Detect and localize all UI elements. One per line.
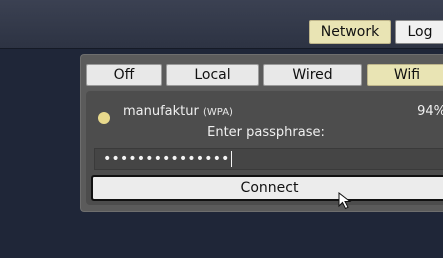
- mouse-pointer-icon: [338, 192, 352, 210]
- network-name: manufaktur (WPA): [123, 104, 233, 119]
- text-caret: [231, 151, 233, 167]
- network-ssid: manufaktur: [123, 104, 199, 119]
- mode-wired-button[interactable]: Wired: [263, 64, 362, 86]
- tab-network[interactable]: Network: [309, 20, 391, 44]
- passphrase-value: •••••••••••••••: [103, 151, 230, 167]
- network-status-icon: [98, 112, 110, 124]
- network-security: (WPA): [203, 107, 233, 118]
- connect-button[interactable]: Connect: [91, 175, 443, 201]
- mode-off-button[interactable]: Off: [86, 64, 162, 86]
- passphrase-input[interactable]: •••••••••••••••: [94, 148, 443, 170]
- network-panel: Off Local Wired Wifi manufaktur (WPA) 94…: [80, 54, 443, 212]
- passphrase-prompt: Enter passphrase:: [207, 125, 325, 140]
- top-bar: Network Log: [0, 0, 443, 49]
- mode-local-button[interactable]: Local: [166, 64, 259, 86]
- tab-log[interactable]: Log: [395, 20, 443, 44]
- wifi-network-item: manufaktur (WPA) 94% Enter passphrase: •…: [86, 91, 443, 205]
- signal-strength: 94%: [417, 104, 443, 119]
- mode-wifi-button[interactable]: Wifi: [367, 64, 443, 86]
